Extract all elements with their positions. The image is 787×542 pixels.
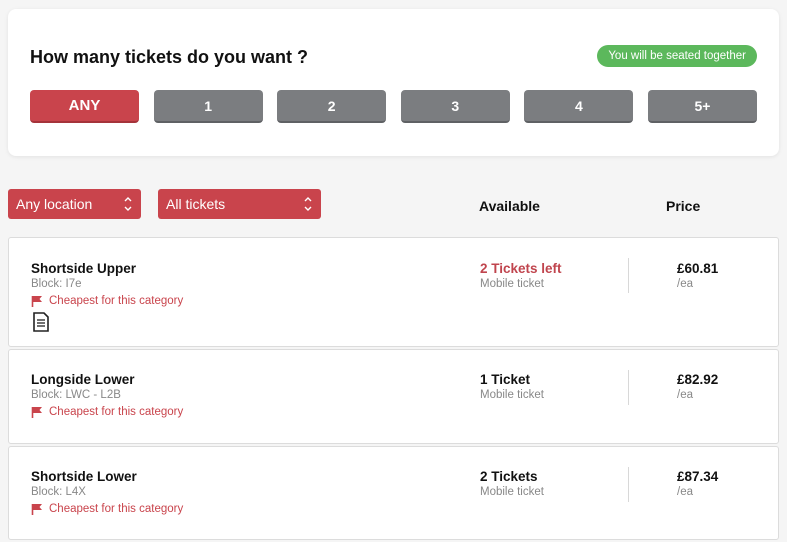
- ticket-quantity-panel: How many tickets do you want ? You will …: [8, 9, 779, 156]
- price-unit: /ea: [677, 278, 693, 290]
- cheapest-note-text: Cheapest for this category: [49, 406, 184, 418]
- flag-icon: [31, 296, 42, 307]
- divider: [628, 258, 629, 293]
- ticket-type-select[interactable]: All tickets: [158, 189, 321, 219]
- availability: 1 Ticket: [480, 372, 531, 387]
- quantity-button-any[interactable]: ANY: [30, 90, 139, 123]
- divider: [628, 467, 629, 502]
- quantity-button-4[interactable]: 4: [524, 90, 634, 123]
- flag-icon: [31, 504, 42, 515]
- price-unit: /ea: [677, 486, 693, 498]
- listing-section-name: Shortside Lower: [31, 469, 137, 484]
- price-unit: /ea: [677, 389, 693, 401]
- divider: [628, 370, 629, 405]
- listing-row[interactable]: Shortside Lower Block: L4X Cheapest for …: [8, 446, 779, 540]
- listing-row[interactable]: Longside Lower Block: LWC - L2B Cheapest…: [8, 349, 779, 444]
- quantity-button-1[interactable]: 1: [153, 90, 263, 123]
- listing-row[interactable]: Shortside Upper Block: I7e Cheapest for …: [8, 237, 779, 347]
- location-select[interactable]: Any location: [8, 189, 141, 219]
- location-select-value: Any location: [16, 196, 93, 212]
- availability: 2 Tickets: [480, 469, 538, 484]
- document-icon[interactable]: [33, 312, 49, 332]
- availability: 2 Tickets left: [480, 261, 562, 276]
- cheapest-note: Cheapest for this category: [31, 503, 183, 515]
- listing-section-name: Longside Lower: [31, 372, 135, 387]
- cheapest-note-text: Cheapest for this category: [49, 503, 184, 515]
- quantity-button-5-plus[interactable]: 5+: [647, 90, 757, 123]
- quantity-button-3[interactable]: 3: [400, 90, 510, 123]
- price: £60.81: [677, 261, 719, 276]
- ticket-type: Mobile ticket: [480, 278, 544, 290]
- ticket-type-select-value: All tickets: [166, 196, 226, 212]
- column-header-available: Available: [479, 198, 540, 214]
- ticket-type: Mobile ticket: [480, 486, 544, 498]
- quantity-button-2[interactable]: 2: [277, 90, 387, 123]
- listing-block: Block: LWC - L2B: [31, 389, 121, 401]
- price: £87.34: [677, 469, 719, 484]
- chevron-up-down-icon: [304, 197, 312, 211]
- cheapest-note-text: Cheapest for this category: [49, 295, 184, 307]
- listing-block: Block: L4X: [31, 486, 86, 498]
- quantity-options: ANY 1 2 3 4 5+: [30, 90, 757, 123]
- listing-section-name: Shortside Upper: [31, 261, 137, 276]
- column-header-price: Price: [666, 198, 701, 214]
- cheapest-note: Cheapest for this category: [31, 406, 183, 418]
- cheapest-note: Cheapest for this category: [31, 295, 183, 307]
- chevron-up-down-icon: [124, 197, 132, 211]
- quantity-question: How many tickets do you want ?: [30, 47, 309, 67]
- price: £82.92: [677, 372, 719, 387]
- ticket-type: Mobile ticket: [480, 389, 544, 401]
- listing-block: Block: I7e: [31, 278, 82, 290]
- flag-icon: [31, 407, 42, 418]
- seated-together-badge: You will be seated together: [597, 45, 757, 67]
